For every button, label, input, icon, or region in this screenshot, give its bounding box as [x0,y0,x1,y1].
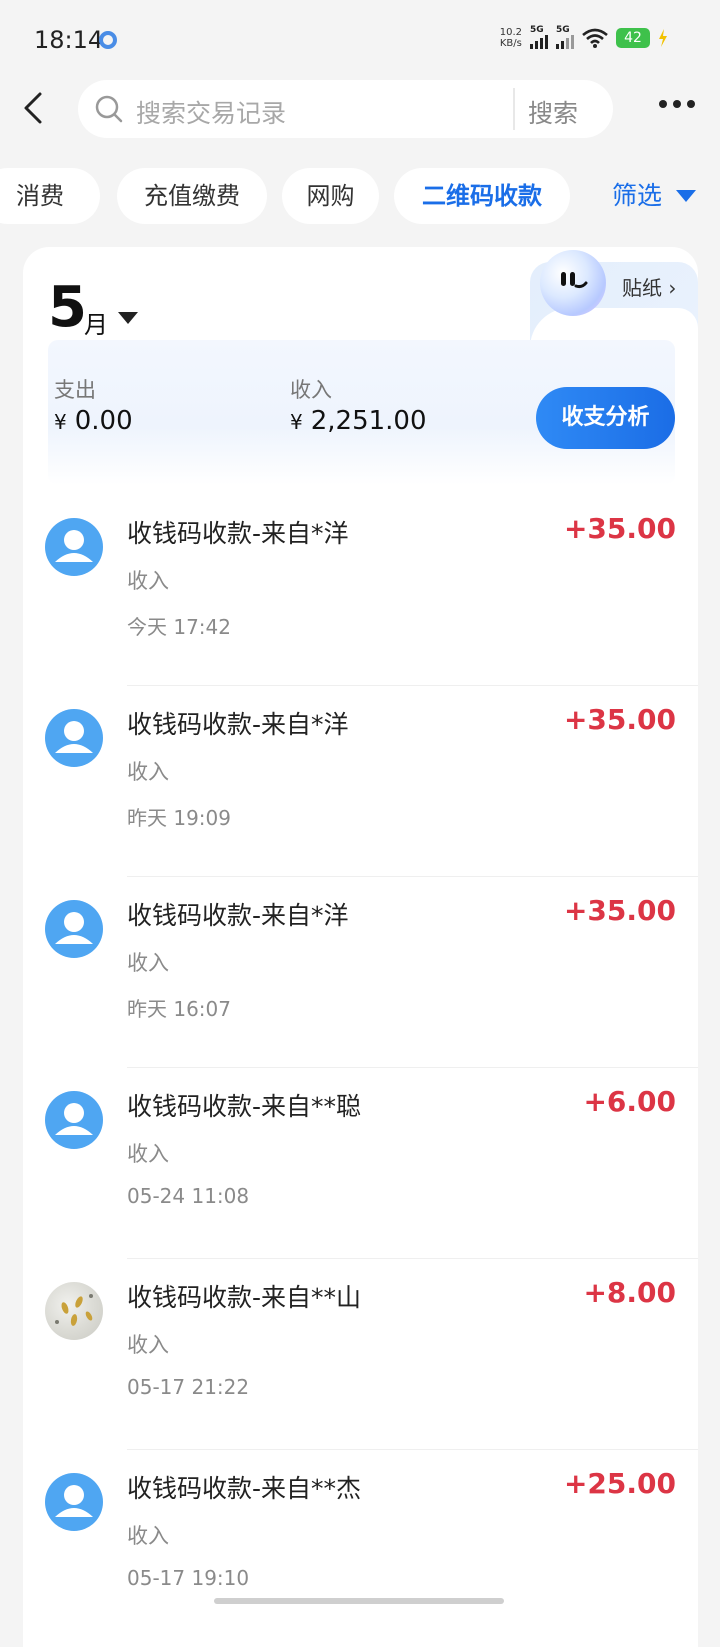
transaction-title: 收钱码收款-来自**山 [127,1283,362,1312]
search-bar[interactable]: 搜索交易记录 搜索 [78,80,613,138]
expense-value: ¥0.00 [54,406,133,436]
transaction-type: 收入 [127,1333,169,1357]
filter-button[interactable]: 筛选 [612,168,662,224]
avatar [45,709,103,767]
charging-icon [659,28,667,47]
transaction-type: 收入 [127,1142,169,1166]
month-number[interactable]: 5 [48,278,87,338]
chip-consumption[interactable]: 消费 [0,168,100,224]
sim2-label: 5G [556,25,570,35]
search-button[interactable]: 搜索 [528,94,578,130]
transaction-row[interactable]: 收钱码收款-来自**聪 收入 05-24 11:08 +6.00 [23,1063,698,1259]
avatar [45,518,103,576]
status-bar: 18:14 10.2 KB/s 5G 5G 42 [0,0,720,80]
chevron-right-icon: › [668,276,677,300]
transaction-time: 05-24 11:08 [127,1184,250,1208]
income-amount: 2,251.00 [310,406,427,436]
default-user-icon [55,1485,93,1517]
avatar [45,1473,103,1531]
chip-label: 网购 [306,182,355,210]
transaction-title: 收钱码收款-来自*洋 [127,519,349,548]
transaction-amount: +35.00 [563,703,676,736]
transaction-row[interactable]: 收钱码收款-来自**杰 收入 05-17 19:10 +25.00 [23,1445,698,1641]
expense-label: 支出 [54,378,96,402]
transaction-title: 收钱码收款-来自*洋 [127,901,349,930]
header: 搜索交易记录 搜索 [0,78,720,138]
transaction-amount: +35.00 [563,512,676,545]
expense-amount: 0.00 [74,406,133,436]
chip-label: 充值缴费 [144,182,240,210]
avatar [45,1282,103,1340]
transaction-time: 昨天 16:07 [127,997,231,1021]
search-input[interactable]: 搜索交易记录 [136,94,286,130]
transaction-title: 收钱码收款-来自*洋 [127,710,349,739]
wifi-icon [582,28,608,48]
expense-currency: ¥ [54,410,67,434]
sticker-mascot-icon[interactable] [540,250,606,316]
transaction-row[interactable]: 收钱码收款-来自**山 收入 05-17 21:22 +8.00 [23,1254,698,1450]
search-divider [513,88,515,130]
transaction-amount: +35.00 [563,894,676,927]
more-options-icon[interactable] [659,100,695,108]
chip-qr-payment[interactable]: 二维码收款 [394,168,570,224]
category-chips: 消费 充值缴费 网购 二维码收款 筛选 [0,168,720,224]
transaction-time: 昨天 19:09 [127,806,231,830]
avatar [45,1091,103,1149]
avatar [45,900,103,958]
status-indicators: 10.2 KB/s 5G 5G 42 [500,26,668,49]
analysis-button[interactable]: 收支分析 [536,387,675,449]
chip-online-shopping[interactable]: 网购 [282,168,379,224]
transaction-time: 今天 17:42 [127,615,231,639]
app-notification-icon [99,31,117,49]
transaction-amount: +6.00 [583,1085,676,1118]
mascot-face-icon [561,272,588,289]
transaction-type: 收入 [127,1524,169,1548]
month-dropdown-icon[interactable] [118,312,138,324]
transaction-row[interactable]: 收钱码收款-来自*洋 收入 昨天 16:07 +35.00 [23,872,698,1068]
sticker-label: 贴纸 [622,276,662,300]
sticker-link[interactable]: 贴纸 › [622,272,676,301]
transaction-time: 05-17 19:10 [127,1566,250,1590]
transaction-type: 收入 [127,569,169,593]
default-user-icon [55,1103,93,1135]
back-icon[interactable] [18,90,52,126]
transaction-time: 05-17 21:22 [127,1375,250,1399]
home-indicator[interactable] [214,1598,504,1604]
transaction-row[interactable]: 收钱码收款-来自*洋 收入 昨天 19:09 +35.00 [23,681,698,877]
income-label: 收入 [290,378,332,402]
status-time: 18:14 [34,26,104,54]
transaction-type: 收入 [127,760,169,784]
battery-level: 42 [624,29,642,46]
battery-icon: 42 [616,27,650,48]
default-user-icon [55,530,93,562]
network-speed-value: 10.2 [499,26,522,38]
transaction-row[interactable]: 收钱码收款-来自*洋 收入 今天 17:42 +35.00 [23,490,698,686]
network-speed: 10.2 KB/s [500,27,522,49]
month-unit[interactable]: 月 [84,305,108,340]
transaction-title: 收钱码收款-来自**杰 [127,1474,362,1503]
sim1-label: 5G [530,25,544,35]
signal-1-icon: 5G [530,26,548,49]
user-photo-icon [55,1294,93,1326]
transaction-amount: +8.00 [583,1276,676,1309]
default-user-icon [55,721,93,753]
search-icon [95,95,123,123]
filter-dropdown-icon[interactable] [676,190,696,202]
transaction-title: 收钱码收款-来自**聪 [127,1092,362,1121]
signal-2-icon: 5G [556,26,574,49]
chip-label: 消费 [16,182,64,210]
default-user-icon [55,912,93,944]
transaction-type: 收入 [127,951,169,975]
chip-label: 二维码收款 [422,182,542,210]
income-currency: ¥ [290,410,303,434]
income-value: ¥2,251.00 [290,406,427,436]
chip-recharge[interactable]: 充值缴费 [117,168,267,224]
transaction-amount: +25.00 [563,1467,676,1500]
network-speed-unit: KB/s [499,37,522,49]
